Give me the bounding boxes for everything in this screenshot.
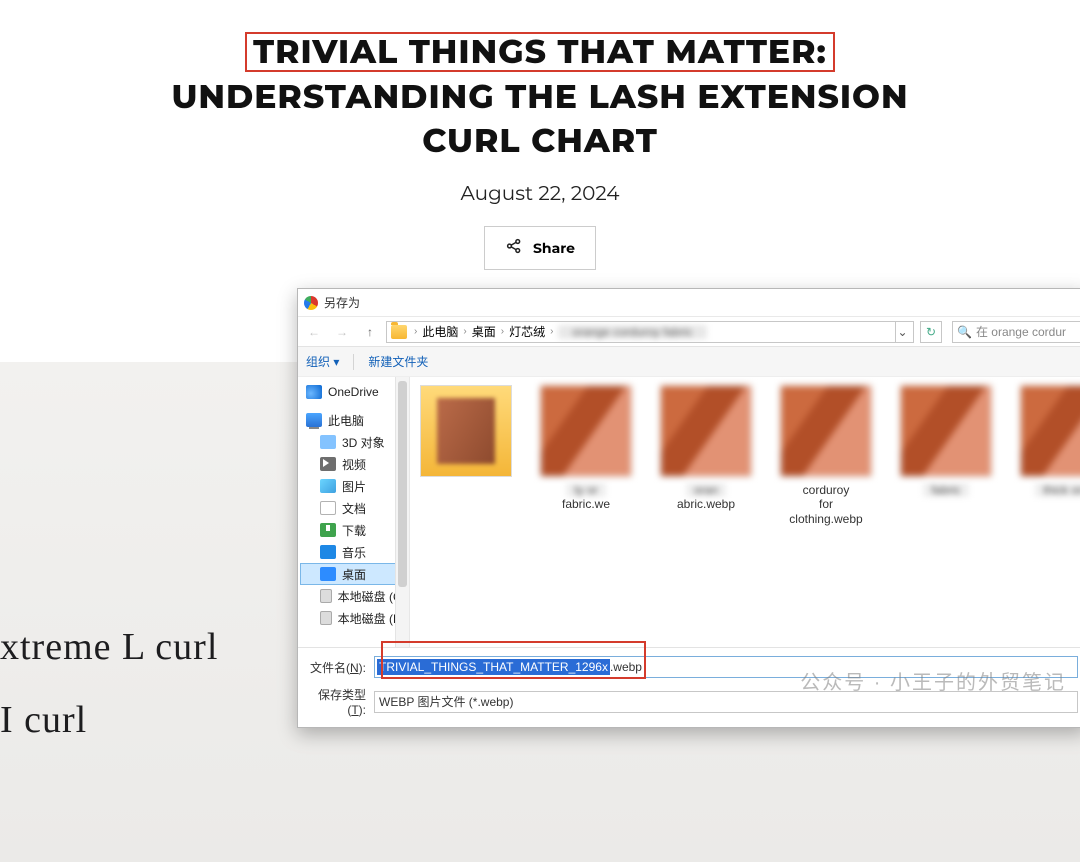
search-placeholder: 在 orange cordur bbox=[976, 323, 1066, 340]
crumb-pc[interactable]: 此电脑 bbox=[422, 323, 458, 340]
tree-this-pc[interactable]: 此电脑 bbox=[300, 409, 409, 431]
tree-onedrive[interactable]: OneDrive bbox=[300, 381, 409, 403]
share-label: Share bbox=[533, 239, 575, 257]
share-icon bbox=[505, 237, 523, 259]
title-highlight: TRIVIAL THINGS THAT MATTER: bbox=[245, 32, 835, 72]
watermark: 公众号 · 小王子的外贸笔记 bbox=[800, 666, 1066, 695]
search-icon: 🔍 bbox=[957, 325, 972, 339]
file-thumb-4[interactable]: fabric bbox=[900, 385, 992, 497]
nav-forward-button[interactable]: → bbox=[330, 320, 354, 344]
tree-documents[interactable]: 文档 bbox=[300, 497, 409, 519]
organize-menu[interactable]: 组织 ▾ bbox=[306, 353, 339, 370]
tree-music[interactable]: 音乐 bbox=[300, 541, 409, 563]
folder-icon bbox=[391, 325, 407, 339]
file-pane[interactable]: ty orfabric.we oranabric.webp corduroyfo… bbox=[410, 377, 1080, 647]
file-thumb-folder[interactable] bbox=[420, 385, 512, 483]
filetype-label: 保存类型(T): bbox=[306, 686, 366, 717]
new-folder-button[interactable]: 新建文件夹 bbox=[368, 353, 428, 370]
filename-label: 文件名(N): bbox=[306, 659, 366, 676]
tree-pictures[interactable]: 图片 bbox=[300, 475, 409, 497]
bg-label-extreme-l: xtreme L curl bbox=[0, 625, 218, 669]
dialog-address-bar: ← → ↑ › 此电脑› 桌面› 灯芯绒› orange corduroy fa… bbox=[298, 317, 1080, 347]
crumb-dropdown[interactable]: ⌄ bbox=[895, 321, 909, 343]
breadcrumb[interactable]: › 此电脑› 桌面› 灯芯绒› orange corduroy fabric ⌄ bbox=[386, 321, 914, 343]
file-thumb-2[interactable]: oranabric.webp bbox=[660, 385, 752, 512]
tree-desktop[interactable]: 桌面 bbox=[300, 563, 409, 585]
article-title: TRIVIAL THINGS THAT MATTER: UNDERSTANDIN… bbox=[125, 30, 955, 164]
file-thumb-5[interactable]: thick ora bbox=[1020, 385, 1080, 497]
search-input[interactable]: 🔍 在 orange cordur bbox=[952, 321, 1080, 343]
folder-tree: OneDrive 此电脑 3D 对象 视频 图片 文档 下载 音乐 桌面 本地磁… bbox=[298, 377, 410, 647]
nav-back-button[interactable]: ← bbox=[302, 320, 326, 344]
file-thumb-3[interactable]: corduroyforclothing.webp bbox=[780, 385, 872, 526]
filename-rest: .webp bbox=[610, 660, 642, 674]
nav-up-button[interactable]: ↑ bbox=[358, 320, 382, 344]
tree-drive-c[interactable]: 本地磁盘 (C:) bbox=[300, 585, 409, 607]
file-thumb-1[interactable]: ty orfabric.we bbox=[540, 385, 632, 512]
tree-3d-objects[interactable]: 3D 对象 bbox=[300, 431, 409, 453]
refresh-button[interactable]: ↻ bbox=[920, 321, 942, 343]
chrome-icon bbox=[304, 296, 318, 310]
crumb-folder[interactable]: 灯芯绒 bbox=[509, 323, 545, 340]
dialog-title: 另存为 bbox=[324, 294, 360, 311]
share-button[interactable]: Share bbox=[484, 226, 596, 270]
filename-selected: TRIVIAL_THINGS_THAT_MATTER_1296x bbox=[377, 659, 610, 675]
tree-downloads[interactable]: 下载 bbox=[300, 519, 409, 541]
bg-label-i-curl: I curl bbox=[0, 698, 87, 742]
crumb-blurred[interactable]: orange corduroy fabric bbox=[558, 325, 706, 339]
title-line2: UNDERSTANDING THE LASH EXTENSION bbox=[171, 77, 908, 117]
save-as-dialog: 另存为 ← → ↑ › 此电脑› 桌面› 灯芯绒› orange corduro… bbox=[297, 288, 1080, 728]
title-line3: CURL CHART bbox=[422, 121, 658, 161]
crumb-desktop[interactable]: 桌面 bbox=[472, 323, 496, 340]
tree-videos[interactable]: 视频 bbox=[300, 453, 409, 475]
article-date: August 22, 2024 bbox=[0, 182, 1080, 206]
dialog-titlebar: 另存为 bbox=[298, 289, 1080, 317]
tree-scrollbar[interactable] bbox=[395, 377, 409, 647]
dialog-toolbar: 组织 ▾ 新建文件夹 bbox=[298, 347, 1080, 377]
tree-drive-d[interactable]: 本地磁盘 (D:) bbox=[300, 607, 409, 629]
